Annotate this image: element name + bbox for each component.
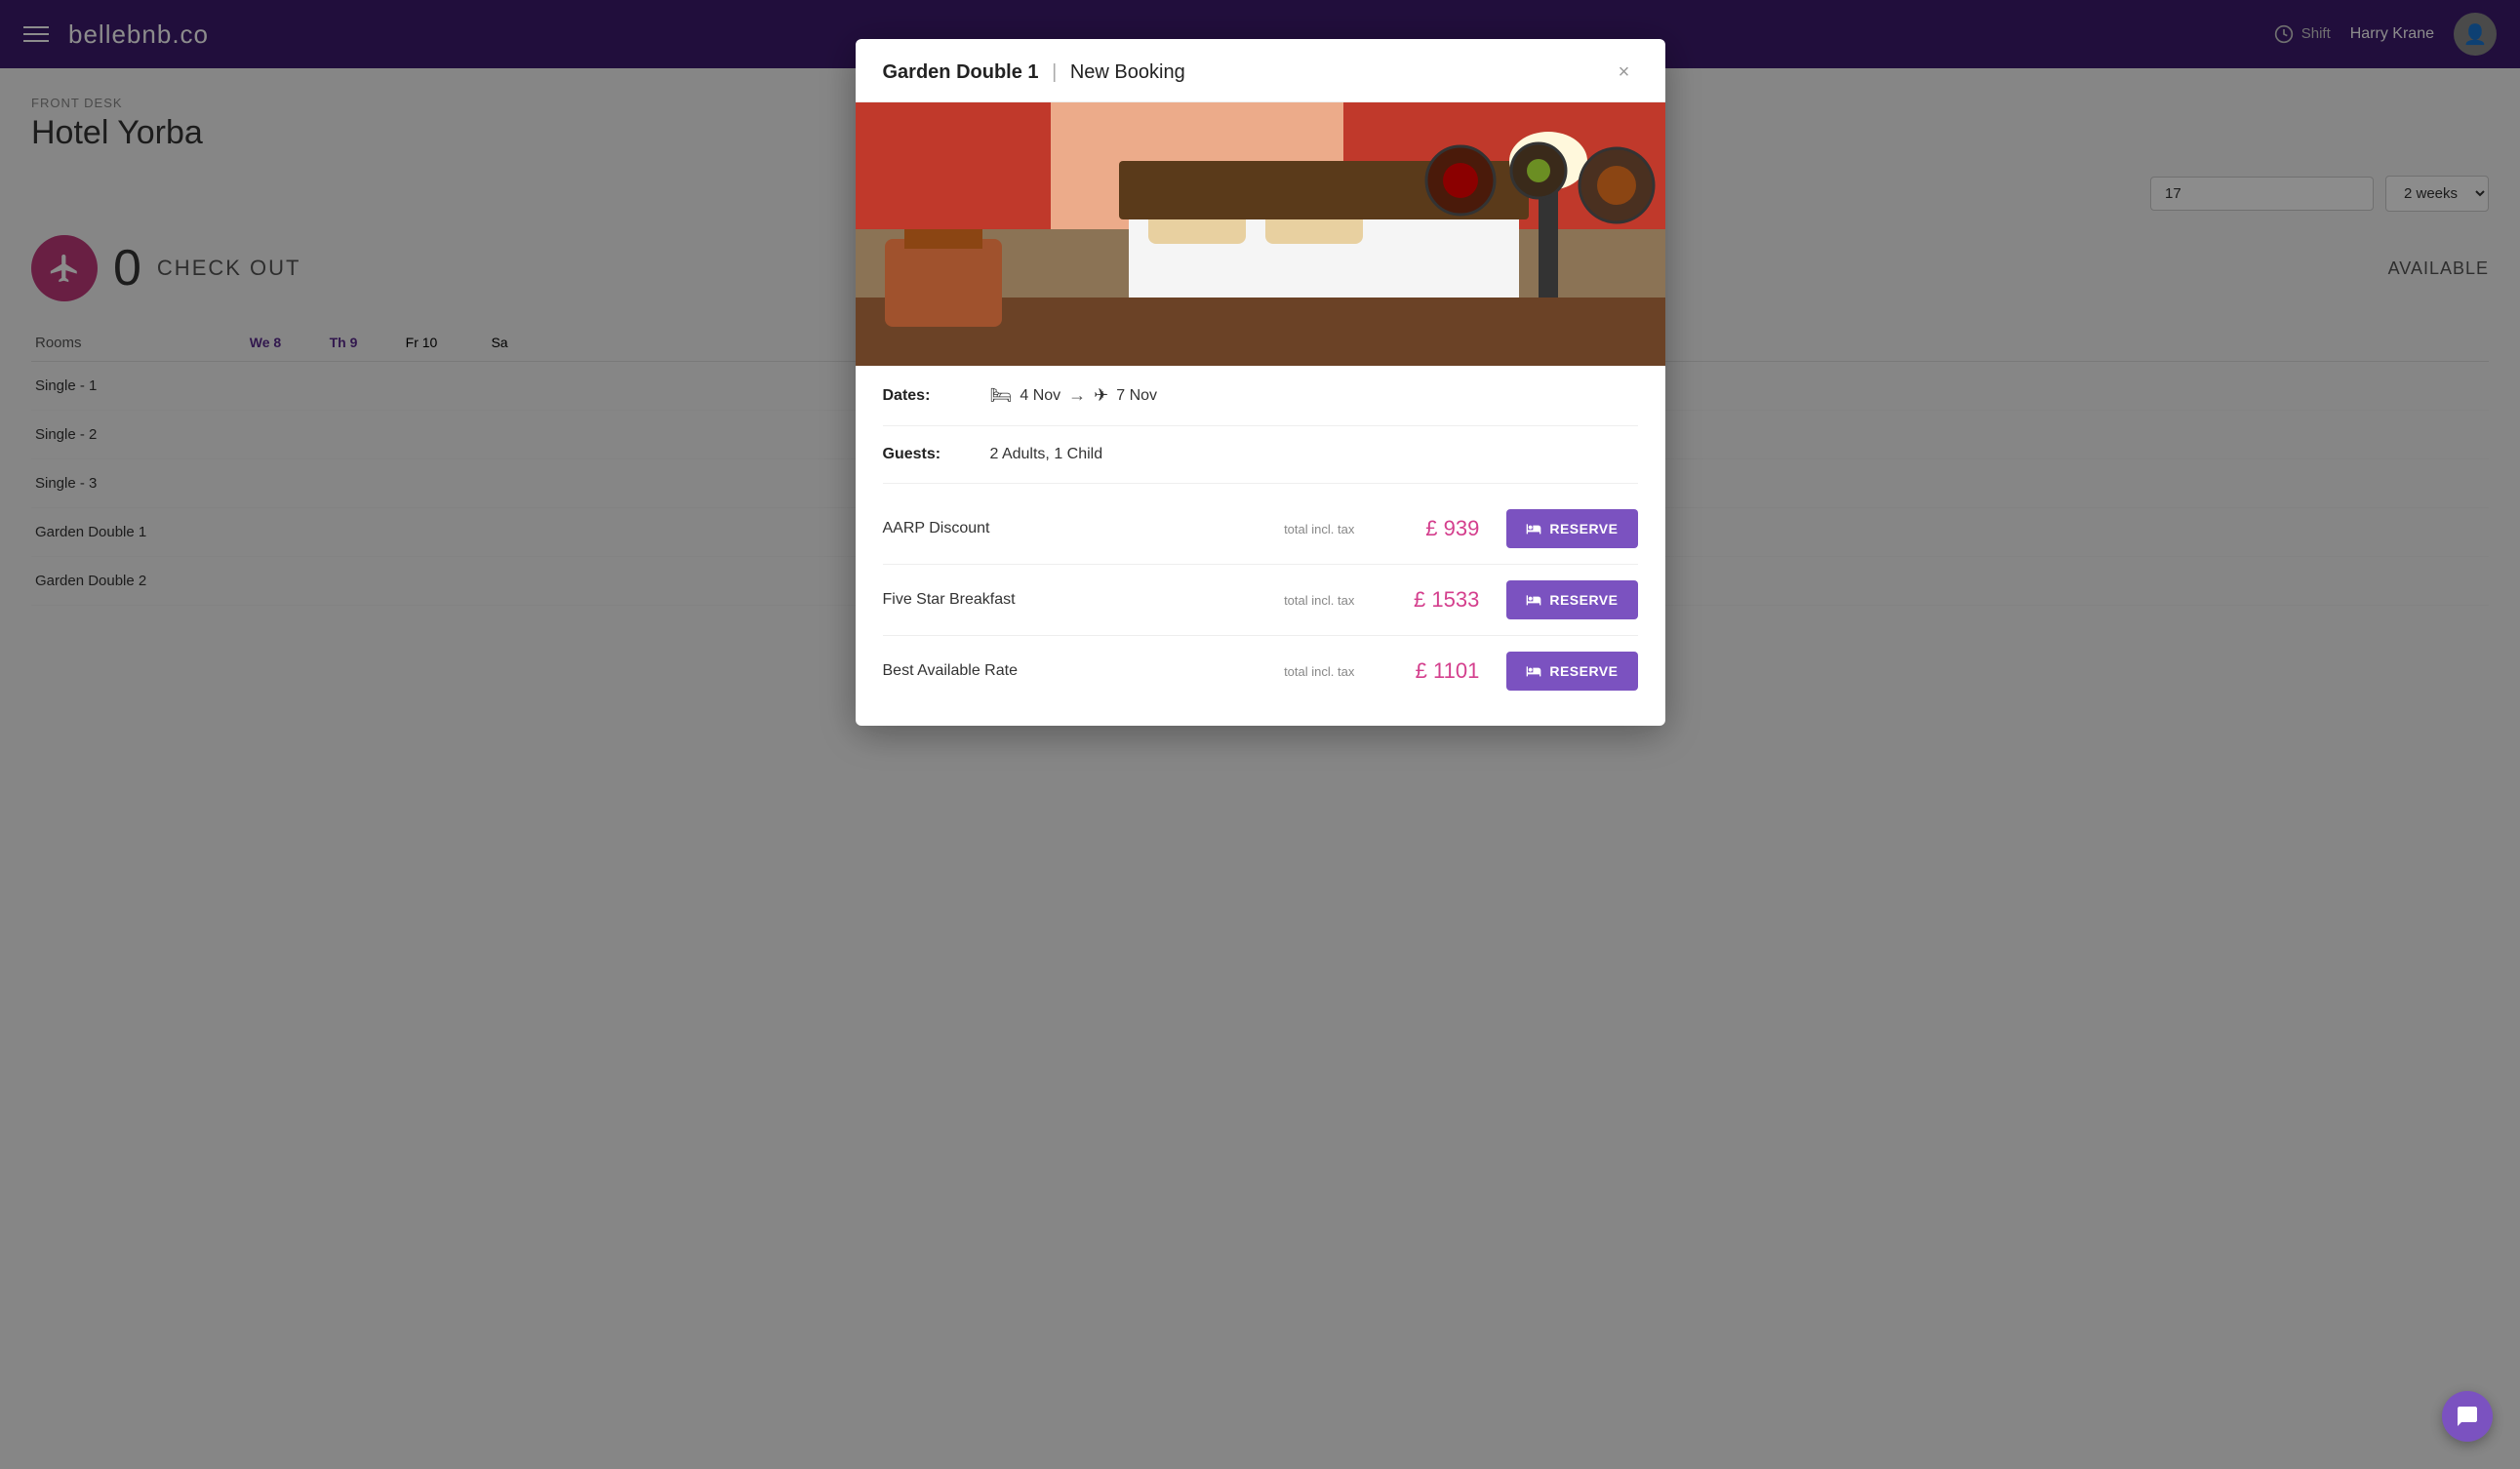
rate-name-aarp: AARP Discount <box>883 520 1273 537</box>
modal-body: Dates: 🛏 4 Nov → ✈ 7 Nov Guests: 2 Adult… <box>856 366 1665 726</box>
reserve-button-best[interactable]: RESERVE <box>1506 652 1637 691</box>
rate-tax-aarp: total incl. tax <box>1284 522 1354 536</box>
reserve-button-breakfast[interactable]: RESERVE <box>1506 580 1637 619</box>
rate-price-breakfast: £ 1533 <box>1381 587 1479 613</box>
booking-modal: Garden Double 1 | New Booking × <box>856 39 1665 726</box>
rate-name-best: Best Available Rate <box>883 662 1273 680</box>
rate-tax-breakfast: total incl. tax <box>1284 593 1354 608</box>
modal-close-button[interactable]: × <box>1611 59 1638 86</box>
modal-header: Garden Double 1 | New Booking × <box>856 39 1665 102</box>
guests-label: Guests: <box>883 446 990 463</box>
rate-name-breakfast: Five Star Breakfast <box>883 591 1273 609</box>
dates-label: Dates: <box>883 387 990 405</box>
rate-tax-best: total incl. tax <box>1284 664 1354 679</box>
dates-arrow: → <box>1068 385 1086 406</box>
modal-overlay[interactable]: Garden Double 1 | New Booking × <box>0 0 2520 1469</box>
room-image <box>856 102 1665 366</box>
rate-row-best: Best Available Rate total incl. tax £ 11… <box>883 636 1638 706</box>
guests-row: Guests: 2 Adults, 1 Child <box>883 426 1638 484</box>
rate-row-breakfast: Five Star Breakfast total incl. tax £ 15… <box>883 565 1638 636</box>
bed-checkin-icon: 🛏 <box>990 385 1013 406</box>
plane-checkout-icon: ✈ <box>1094 385 1108 406</box>
guests-value: 2 Adults, 1 Child <box>990 446 1103 463</box>
rate-price-best: £ 1101 <box>1381 658 1479 684</box>
modal-title: Garden Double 1 | New Booking <box>883 61 1185 84</box>
dates-value: 🛏 4 Nov → ✈ 7 Nov <box>990 385 1158 406</box>
dates-row: Dates: 🛏 4 Nov → ✈ 7 Nov <box>883 366 1638 426</box>
rate-price-aarp: £ 939 <box>1381 516 1479 541</box>
reserve-button-aarp[interactable]: RESERVE <box>1506 509 1637 548</box>
chat-fab-button[interactable] <box>2442 1391 2493 1442</box>
rates-section: AARP Discount total incl. tax £ 939 RESE… <box>883 484 1638 726</box>
rate-row-aarp: AARP Discount total incl. tax £ 939 RESE… <box>883 494 1638 565</box>
